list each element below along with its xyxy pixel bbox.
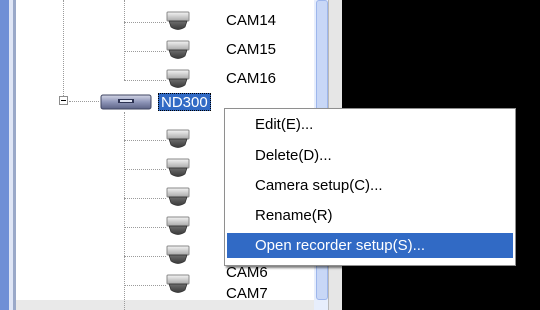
left-panel-edge xyxy=(0,0,9,310)
tree-item-camera[interactable]: CAM14 xyxy=(226,12,276,30)
minus-icon[interactable] xyxy=(59,96,68,105)
context-menu: Edit(E)... Delete(D)... Camera setup(C).… xyxy=(224,108,516,266)
dome-camera-icon xyxy=(166,129,190,151)
dome-camera-icon xyxy=(166,11,190,33)
dome-camera-icon xyxy=(166,216,190,238)
menu-item-delete[interactable]: Delete(D)... xyxy=(227,143,513,168)
dome-camera-icon xyxy=(166,187,190,209)
tree-item-camera[interactable]: CAM7 xyxy=(226,285,268,300)
tree-branch-line xyxy=(124,0,125,80)
tree-branch-line xyxy=(124,22,166,23)
menu-item-camera-setup[interactable]: Camera setup(C)... xyxy=(227,173,513,198)
dome-camera-icon xyxy=(166,158,190,180)
dome-camera-icon xyxy=(166,40,190,62)
tree-item-recorder-selected[interactable]: ND300 xyxy=(158,93,211,111)
dome-camera-icon xyxy=(166,69,190,91)
tree-branch-line xyxy=(124,227,166,228)
tree-item-camera[interactable]: CAM6 xyxy=(226,264,268,282)
tree-branch-line xyxy=(124,256,166,257)
tree-root-line xyxy=(63,0,64,96)
recorder-icon xyxy=(100,93,152,111)
dome-camera-icon xyxy=(166,245,190,267)
device-tree-footer xyxy=(16,300,314,310)
tree-branch-line xyxy=(124,112,125,310)
menu-item-rename[interactable]: Rename(R) xyxy=(227,203,513,228)
dome-camera-icon xyxy=(166,274,190,296)
tree-branch-line xyxy=(124,51,166,52)
menu-item-open-recorder-setup[interactable]: Open recorder setup(S)... xyxy=(227,233,513,258)
menu-item-edit[interactable]: Edit(E)... xyxy=(227,112,513,137)
tree-branch-line xyxy=(124,169,166,170)
tree-branch-line xyxy=(124,140,166,141)
tree-branch-line xyxy=(124,80,166,81)
tree-item-camera[interactable]: CAM16 xyxy=(226,70,276,88)
tree-branch-line xyxy=(69,101,99,102)
tree-branch-line xyxy=(124,285,166,286)
tree-item-camera[interactable]: CAM15 xyxy=(226,41,276,59)
tree-branch-line xyxy=(124,198,166,199)
